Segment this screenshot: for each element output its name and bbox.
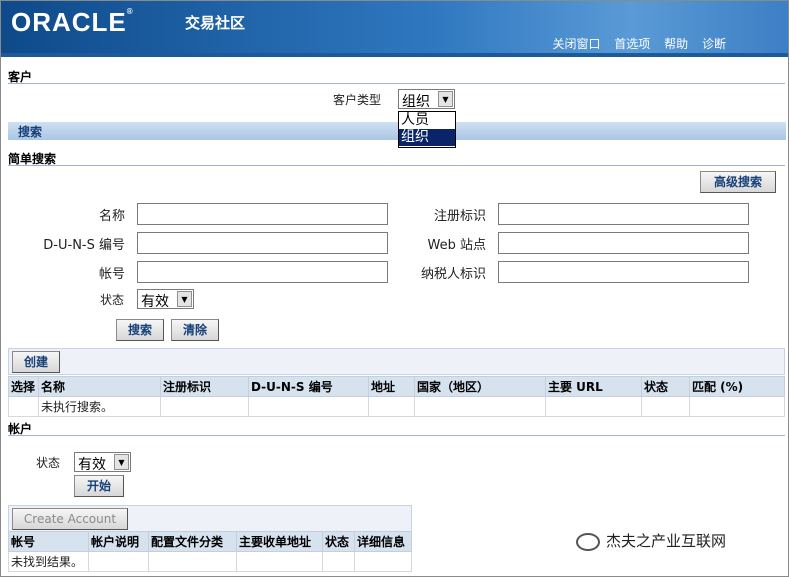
table-cell — [414, 396, 546, 417]
col-name[interactable]: 名称 — [38, 376, 161, 397]
header-banner: ORACLE® 交易社区 关闭窗口 首选项 帮助 诊断 — [1, 1, 788, 57]
table-cell — [354, 551, 412, 572]
col-match[interactable]: 匹配 (%) — [689, 376, 785, 397]
accounts-status-select[interactable]: 有效 ▼ — [74, 452, 131, 473]
clear-button[interactable]: 清除 — [171, 319, 219, 341]
status-value: 有效 — [141, 294, 169, 310]
table-cell — [160, 396, 249, 417]
help-link[interactable]: 帮助 — [664, 37, 688, 51]
simple-search-divider — [8, 165, 785, 166]
col-country[interactable]: 国家（地区） — [414, 376, 546, 397]
taxpayer-id-input[interactable] — [498, 261, 749, 283]
website-input[interactable] — [498, 232, 749, 254]
customer-type-value: 组织 — [402, 94, 430, 110]
table-row: 未找到结果。 — [8, 551, 412, 572]
oracle-logo: ORACLE® — [11, 7, 134, 37]
table-cell — [8, 396, 39, 417]
preferences-link[interactable]: 首选项 — [614, 37, 650, 51]
registration-id-input[interactable] — [498, 203, 749, 225]
website-label: Web 站点 — [427, 238, 486, 253]
results-table: 选择 名称 注册标识 D-U-N-S 编号 地址 国家（地区） 主要 URL 状… — [8, 376, 785, 417]
status-select[interactable]: 有效 ▼ — [137, 289, 194, 310]
chevron-down-icon[interactable]: ▼ — [177, 291, 192, 307]
accounts-status-label: 状态 — [36, 456, 61, 470]
search-header-bar: 搜索 — [8, 122, 786, 140]
col-account-status[interactable]: 状态 — [322, 531, 355, 552]
global-links: 关闭窗口 首选项 帮助 诊断 — [542, 35, 726, 52]
chevron-down-icon[interactable]: ▼ — [438, 91, 453, 107]
advanced-search-button[interactable]: 高级搜索 — [700, 171, 776, 193]
dropdown-option-person[interactable]: 人员 — [399, 112, 455, 129]
name-label: 名称 — [98, 209, 125, 224]
close-window-link[interactable]: 关闭窗口 — [552, 37, 600, 51]
search-button[interactable]: 搜索 — [116, 319, 164, 341]
table-cell — [248, 396, 369, 417]
customer-type-label: 客户类型 — [333, 93, 382, 107]
name-input[interactable] — [137, 203, 388, 225]
go-button[interactable]: 开始 — [74, 475, 124, 497]
accounts-divider — [8, 435, 785, 436]
taxpayer-id-label: 纳税人标识 — [420, 267, 486, 282]
dropdown-option-organization[interactable]: 组织 — [399, 129, 455, 146]
duns-label: D-U-N-S 编号 — [43, 238, 125, 253]
accounts-header-row: 帐号 帐户说明 配置文件分类 主要收单地址 状态 详细信息 — [8, 531, 412, 552]
table-cell — [545, 396, 642, 417]
customer-type-dropdown[interactable]: 人员 组织 — [398, 111, 456, 148]
col-details[interactable]: 详细信息 — [354, 531, 412, 552]
account-number-label: 帐号 — [98, 267, 125, 282]
search-bar-title: 搜索 — [18, 125, 43, 139]
customer-divider — [8, 83, 785, 84]
accounts-table: 帐号 帐户说明 配置文件分类 主要收单地址 状态 详细信息 未找到结果。 — [8, 531, 412, 572]
table-row: 未执行搜索。 — [8, 396, 785, 417]
results-header-row: 选择 名称 注册标识 D-U-N-S 编号 地址 国家（地区） 主要 URL 状… — [8, 376, 785, 397]
registration-id-label: 注册标识 — [433, 209, 486, 224]
col-status[interactable]: 状态 — [641, 376, 690, 397]
table-cell — [88, 551, 149, 572]
table-cell — [236, 551, 323, 572]
watermark-text: 杰夫之产业互联网 — [606, 532, 727, 550]
create-button[interactable]: 创建 — [12, 351, 60, 373]
table-cell — [148, 551, 237, 572]
no-results-message: 未找到结果。 — [8, 551, 89, 572]
accounts-status-value: 有效 — [78, 457, 106, 473]
col-duns[interactable]: D-U-N-S 编号 — [248, 376, 369, 397]
watermark: 杰夫之产业互联网 — [576, 530, 726, 551]
col-primary-url[interactable]: 主要 URL — [545, 376, 642, 397]
table-cell — [322, 551, 355, 572]
no-search-message: 未执行搜索。 — [38, 396, 161, 417]
chevron-down-icon[interactable]: ▼ — [114, 454, 129, 470]
status-label: 状态 — [100, 293, 125, 307]
col-registration-id[interactable]: 注册标识 — [160, 376, 249, 397]
create-account-button[interactable]: Create Account — [12, 508, 128, 530]
diagnostics-link[interactable]: 诊断 — [702, 37, 726, 51]
col-address[interactable]: 地址 — [368, 376, 415, 397]
col-account-number[interactable]: 帐号 — [8, 531, 89, 552]
duns-input[interactable] — [137, 232, 388, 254]
col-select[interactable]: 选择 — [8, 376, 39, 397]
app-title: 交易社区 — [185, 14, 246, 32]
table-cell — [368, 396, 415, 417]
customer-type-select[interactable]: 组织 ▼ — [398, 89, 455, 110]
account-number-input[interactable] — [137, 261, 388, 283]
wechat-icon — [576, 532, 600, 551]
col-account-description[interactable]: 帐户说明 — [88, 531, 149, 552]
col-profile-class[interactable]: 配置文件分类 — [148, 531, 237, 552]
col-primary-bill-to[interactable]: 主要收单地址 — [236, 531, 323, 552]
results-toolbar — [8, 348, 785, 375]
table-cell — [641, 396, 690, 417]
table-cell — [689, 396, 785, 417]
